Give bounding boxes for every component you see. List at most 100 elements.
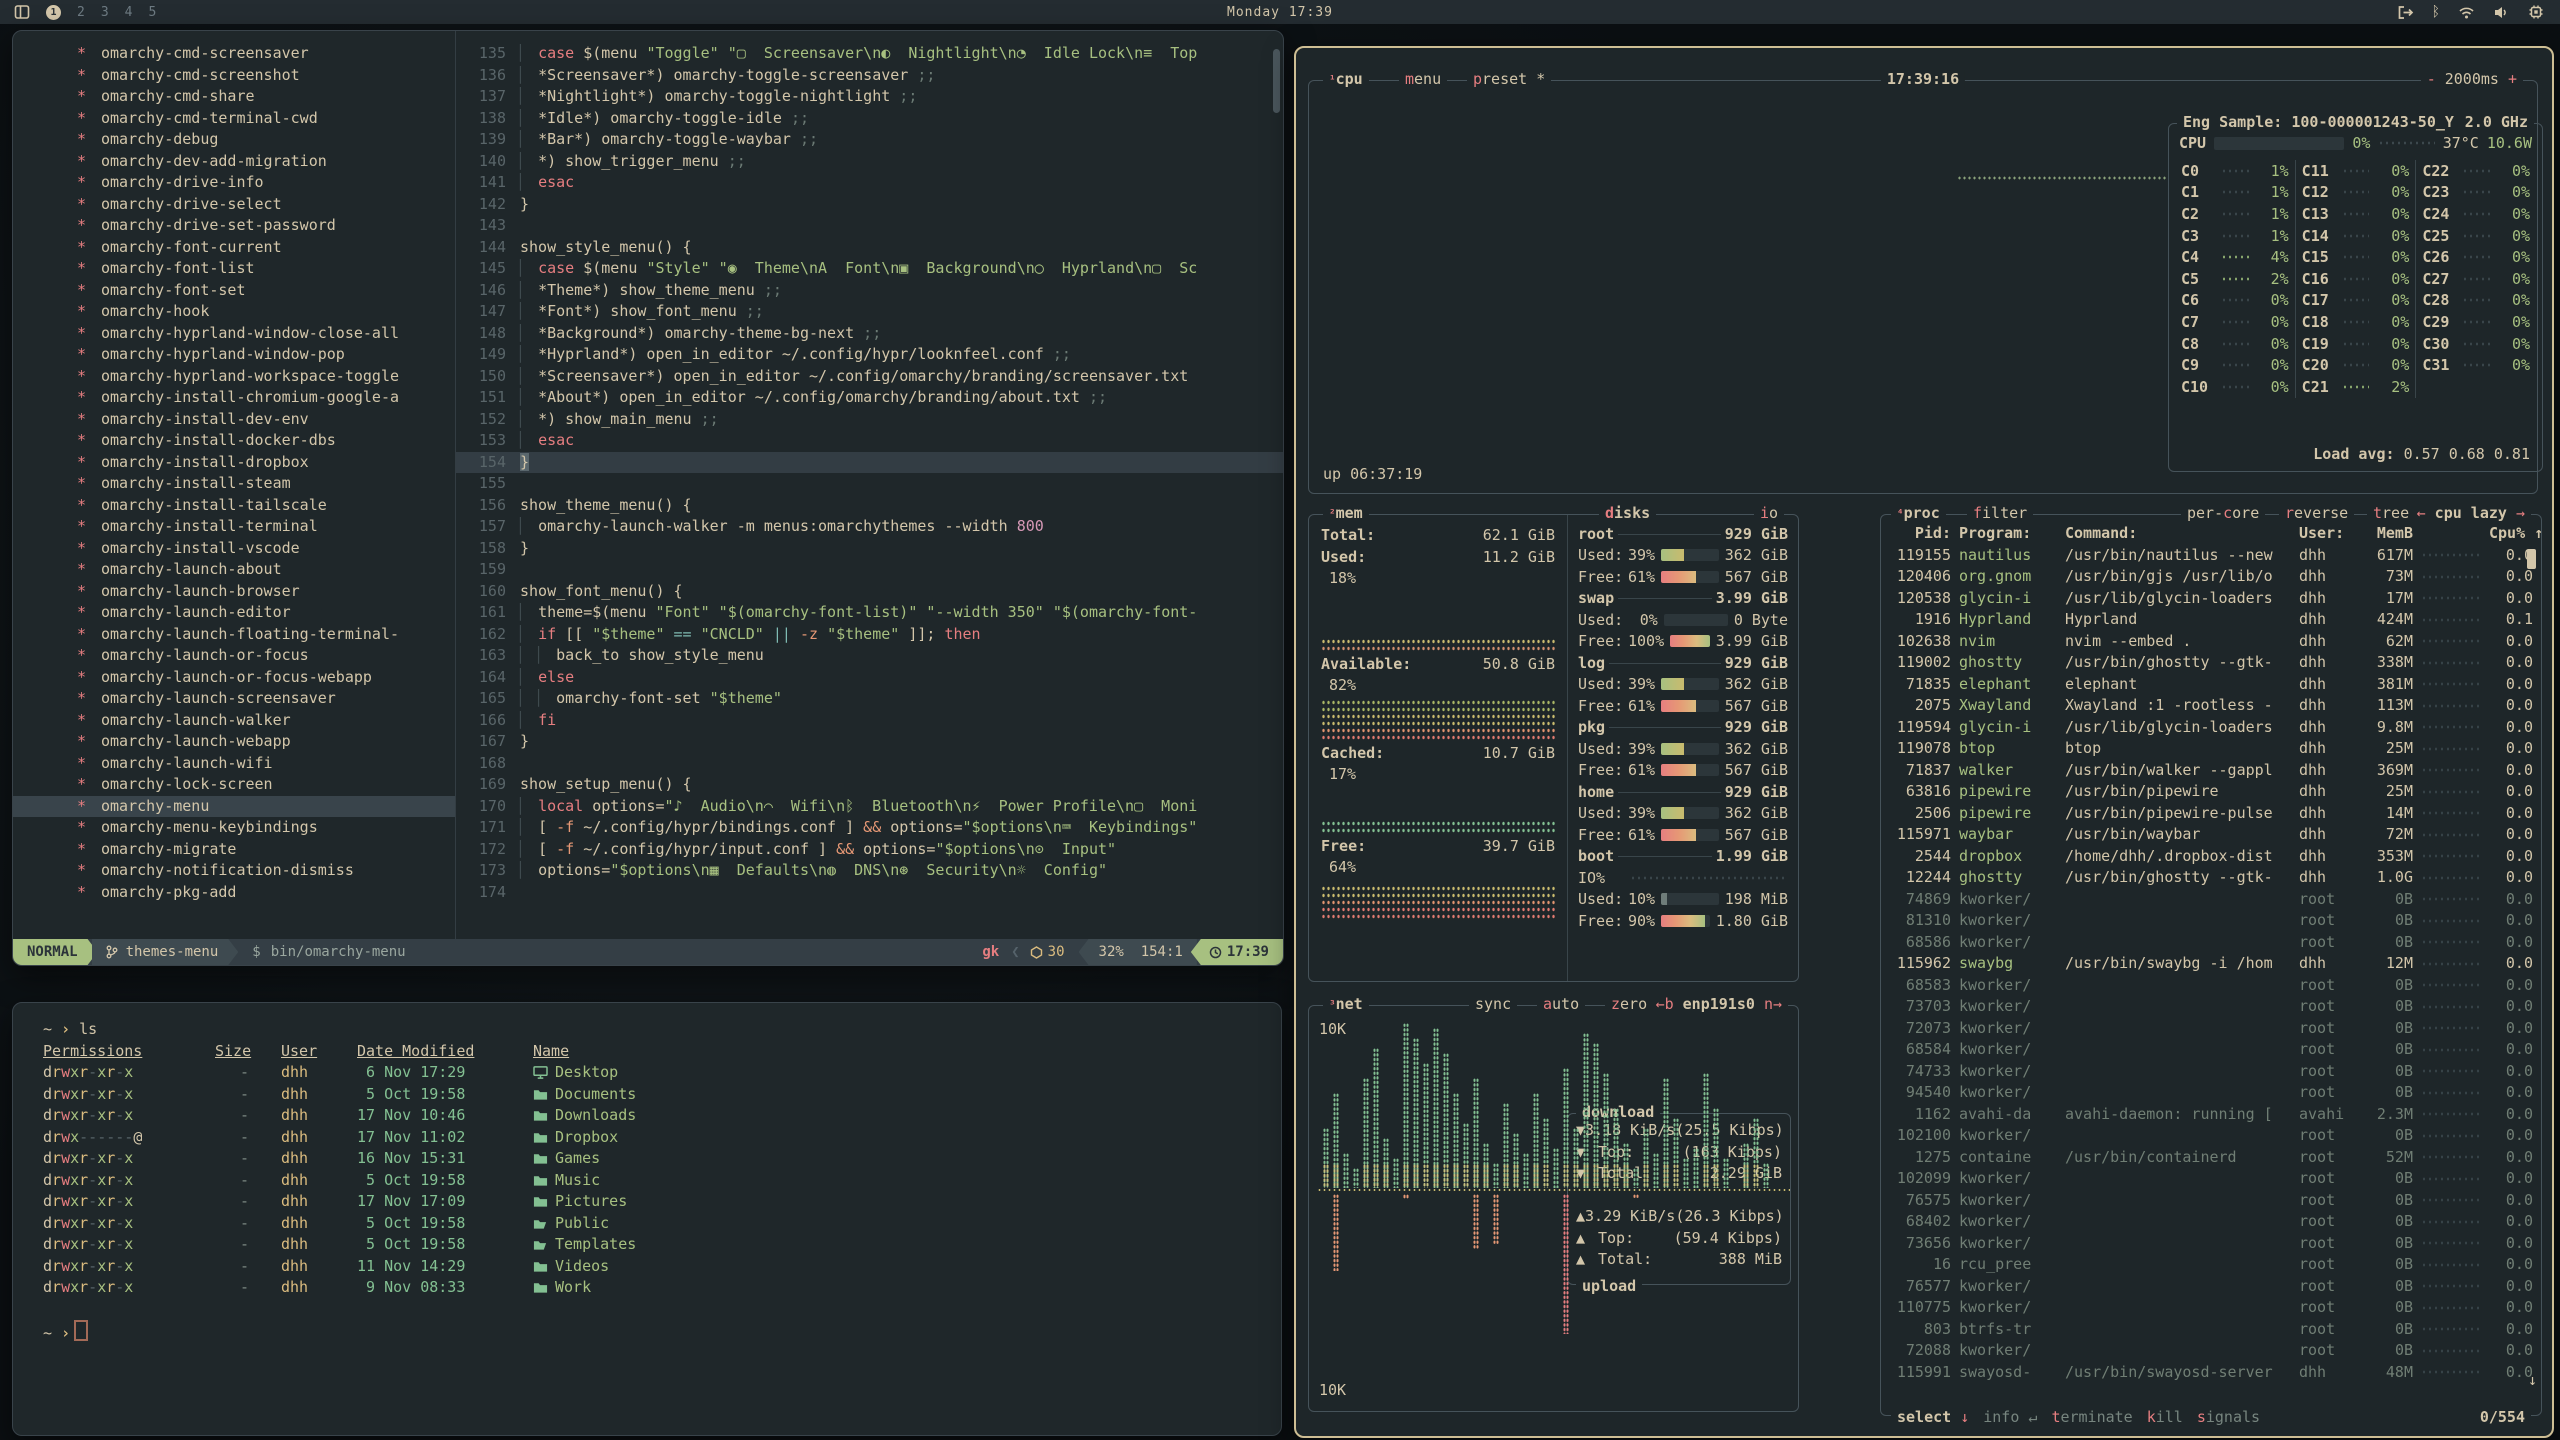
- file-item[interactable]: *omarchy-launch-floating-terminal-: [13, 624, 455, 646]
- process-row[interactable]: 81310kworker/root0B0.0: [1881, 910, 2541, 932]
- process-row[interactable]: 68584kworker/root0B0.0: [1881, 1039, 2541, 1061]
- file-item[interactable]: *omarchy-hook: [13, 301, 455, 323]
- file-item[interactable]: *omarchy-cmd-share: [13, 86, 455, 108]
- file-item[interactable]: *omarchy-font-list: [13, 258, 455, 280]
- process-row[interactable]: 76577kworker/root0B0.0: [1881, 1276, 2541, 1298]
- process-row[interactable]: 2075XwaylandXwayland :1 -rootless -dhh11…: [1881, 695, 2541, 717]
- process-row[interactable]: 63816pipewire/usr/bin/pipewiredhh25M0.0: [1881, 781, 2541, 803]
- prompt-line-current[interactable]: ~ ›: [43, 1320, 1281, 1342]
- code-pane[interactable]: 135▏ case $(menu "Toggle" "▢ Screensaver…: [456, 31, 1283, 951]
- process-row[interactable]: 2544dropbox/home/dhh/.dropbox-distdhh353…: [1881, 846, 2541, 868]
- file-item[interactable]: *omarchy-install-vscode: [13, 538, 455, 560]
- process-row[interactable]: 115962swaybg/usr/bin/swaybg -i /homdhh12…: [1881, 953, 2541, 975]
- file-item[interactable]: *omarchy-launch-browser: [13, 581, 455, 603]
- proc-tree-button[interactable]: tree: [2367, 504, 2415, 522]
- process-row[interactable]: 72088kworker/root0B0.0: [1881, 1340, 2541, 1362]
- process-row[interactable]: 2506pipewire/usr/bin/pipewire-pulsedhh14…: [1881, 803, 2541, 825]
- file-item[interactable]: *omarchy-cmd-terminal-cwd: [13, 108, 455, 130]
- file-item[interactable]: *omarchy-launch-editor: [13, 602, 455, 624]
- file-item[interactable]: *omarchy-migrate: [13, 839, 455, 861]
- process-row[interactable]: 120406org.gnom/usr/bin/gjs /usr/lib/odhh…: [1881, 566, 2541, 588]
- file-explorer-pane[interactable]: *omarchy-cmd-screensaver*omarchy-cmd-scr…: [13, 31, 456, 939]
- cpu-chip-icon[interactable]: [2528, 4, 2544, 20]
- process-row[interactable]: 94540kworker/root0B0.0: [1881, 1082, 2541, 1104]
- process-table-header[interactable]: Pid:Program:Command:User:MemBCpu% ↑: [1881, 523, 2541, 545]
- file-item[interactable]: *omarchy-font-current: [13, 237, 455, 259]
- process-row[interactable]: 115991swayosd-/usr/bin/swayosd-serverdhh…: [1881, 1362, 2541, 1384]
- file-item[interactable]: *omarchy-menu-keybindings: [13, 817, 455, 839]
- file-item[interactable]: *omarchy-drive-select: [13, 194, 455, 216]
- terminal-window[interactable]: ~ › lsPermissionsSizeUserDate ModifiedNa…: [12, 1002, 1282, 1436]
- process-row[interactable]: 72073kworker/root0B0.0: [1881, 1018, 2541, 1040]
- btop-window[interactable]: ¹cpu menu preset * 17:39:16 - 2000ms + u…: [1294, 46, 2554, 1438]
- file-item[interactable]: *omarchy-hyprland-window-pop: [13, 344, 455, 366]
- net-box-title[interactable]: ³net: [1323, 995, 1369, 1013]
- process-row[interactable]: 1162avahi-daavahi-daemon: running [avahi…: [1881, 1104, 2541, 1126]
- file-item[interactable]: *omarchy-install-tailscale: [13, 495, 455, 517]
- process-row[interactable]: 12244ghostty/usr/bin/ghostty --gtk-dhh1.…: [1881, 867, 2541, 889]
- net-sync-button[interactable]: sync: [1469, 995, 1517, 1013]
- process-row[interactable]: 115971waybar/usr/bin/waybardhh72M0.0: [1881, 824, 2541, 846]
- process-row[interactable]: 71837walker/usr/bin/walker --gappldhh369…: [1881, 760, 2541, 782]
- process-row[interactable]: 74869kworker/root0B0.0: [1881, 889, 2541, 911]
- file-item[interactable]: *omarchy-launch-about: [13, 559, 455, 581]
- process-row[interactable]: 74733kworker/root0B0.0: [1881, 1061, 2541, 1083]
- menu-button[interactable]: menu: [1399, 70, 1447, 88]
- file-item[interactable]: *omarchy-hyprland-workspace-toggle: [13, 366, 455, 388]
- bluetooth-icon[interactable]: ᛒ: [2432, 4, 2440, 20]
- file-item[interactable]: *omarchy-cmd-screenshot: [13, 65, 455, 87]
- file-item[interactable]: *omarchy-dev-add-migration: [13, 151, 455, 173]
- process-row[interactable]: 76575kworker/root0B0.0: [1881, 1190, 2541, 1212]
- volume-icon[interactable]: [2493, 5, 2510, 20]
- proc-scrollbar-thumb[interactable]: [2527, 549, 2536, 569]
- file-item[interactable]: *omarchy-launch-screensaver: [13, 688, 455, 710]
- editor-scrollbar[interactable]: [1273, 49, 1280, 113]
- file-item[interactable]: *omarchy-install-steam: [13, 473, 455, 495]
- preset-button[interactable]: preset *: [1467, 70, 1551, 88]
- proc-filter-button[interactable]: filter: [1967, 504, 2033, 522]
- file-item[interactable]: *omarchy-install-dropbox: [13, 452, 455, 474]
- file-item[interactable]: *omarchy-install-terminal: [13, 516, 455, 538]
- net-interface[interactable]: ←b enp191s0 n→: [1650, 995, 1788, 1013]
- process-row[interactable]: 71835elephantelephantdhh381M0.0: [1881, 674, 2541, 696]
- cpu-box-title[interactable]: ¹cpu: [1323, 70, 1369, 88]
- process-row[interactable]: 73703kworker/root0B0.0: [1881, 996, 2541, 1018]
- process-row[interactable]: 102099kworker/root0B0.0: [1881, 1168, 2541, 1190]
- logout-icon[interactable]: [2397, 5, 2414, 20]
- file-item[interactable]: *omarchy-drive-info: [13, 172, 455, 194]
- process-row[interactable]: 110775kworker/root0B0.0: [1881, 1297, 2541, 1319]
- process-row[interactable]: 16rcu_preeroot0B0.0: [1881, 1254, 2541, 1276]
- file-item[interactable]: *omarchy-cmd-screensaver: [13, 43, 455, 65]
- update-interval[interactable]: - 2000ms +: [2421, 70, 2523, 88]
- file-item[interactable]: *omarchy-pkg-add: [13, 882, 455, 904]
- wifi-icon[interactable]: [2458, 5, 2475, 20]
- process-row[interactable]: 1916HyprlandHyprlanddhh424M0.1: [1881, 609, 2541, 631]
- process-row[interactable]: 803btrfs-trroot0B0.0: [1881, 1319, 2541, 1341]
- file-item[interactable]: *omarchy-launch-wifi: [13, 753, 455, 775]
- process-row[interactable]: 102638nvimnvim --embed .dhh62M0.0: [1881, 631, 2541, 653]
- editor-window[interactable]: *omarchy-cmd-screensaver*omarchy-cmd-scr…: [12, 30, 1284, 966]
- proc-reverse-button[interactable]: reverse: [2279, 504, 2354, 522]
- file-item[interactable]: *omarchy-launch-webapp: [13, 731, 455, 753]
- file-item[interactable]: *omarchy-launch-walker: [13, 710, 455, 732]
- file-item[interactable]: *omarchy-launch-or-focus-webapp: [13, 667, 455, 689]
- file-item[interactable]: *omarchy-hyprland-window-close-all: [13, 323, 455, 345]
- proc-percore-button[interactable]: per-core: [2181, 504, 2265, 522]
- proc-box-title[interactable]: ⁴proc: [1891, 504, 1946, 522]
- file-item[interactable]: *omarchy-menu: [13, 796, 455, 818]
- file-item[interactable]: *omarchy-debug: [13, 129, 455, 151]
- process-row[interactable]: 119155nautilus/usr/bin/nautilus --newdhh…: [1881, 545, 2541, 567]
- process-row[interactable]: 119078btopbtopdhh25M0.0: [1881, 738, 2541, 760]
- process-row[interactable]: 68583kworker/root0B0.0: [1881, 975, 2541, 997]
- file-item[interactable]: *omarchy-install-chromium-google-a: [13, 387, 455, 409]
- process-row[interactable]: 120538glycin-i/usr/lib/glycin-loadersdhh…: [1881, 588, 2541, 610]
- file-item[interactable]: *omarchy-font-set: [13, 280, 455, 302]
- file-item[interactable]: *omarchy-drive-set-password: [13, 215, 455, 237]
- net-zero-button[interactable]: zero: [1605, 995, 1653, 1013]
- file-item[interactable]: *omarchy-install-docker-dbs: [13, 430, 455, 452]
- file-item[interactable]: *omarchy-install-dev-env: [13, 409, 455, 431]
- net-auto-button[interactable]: auto: [1537, 995, 1585, 1013]
- file-item[interactable]: *omarchy-notification-dismiss: [13, 860, 455, 882]
- process-row[interactable]: 68586kworker/root0B0.0: [1881, 932, 2541, 954]
- process-row[interactable]: 119002ghostty/usr/bin/ghostty --gtk-dhh3…: [1881, 652, 2541, 674]
